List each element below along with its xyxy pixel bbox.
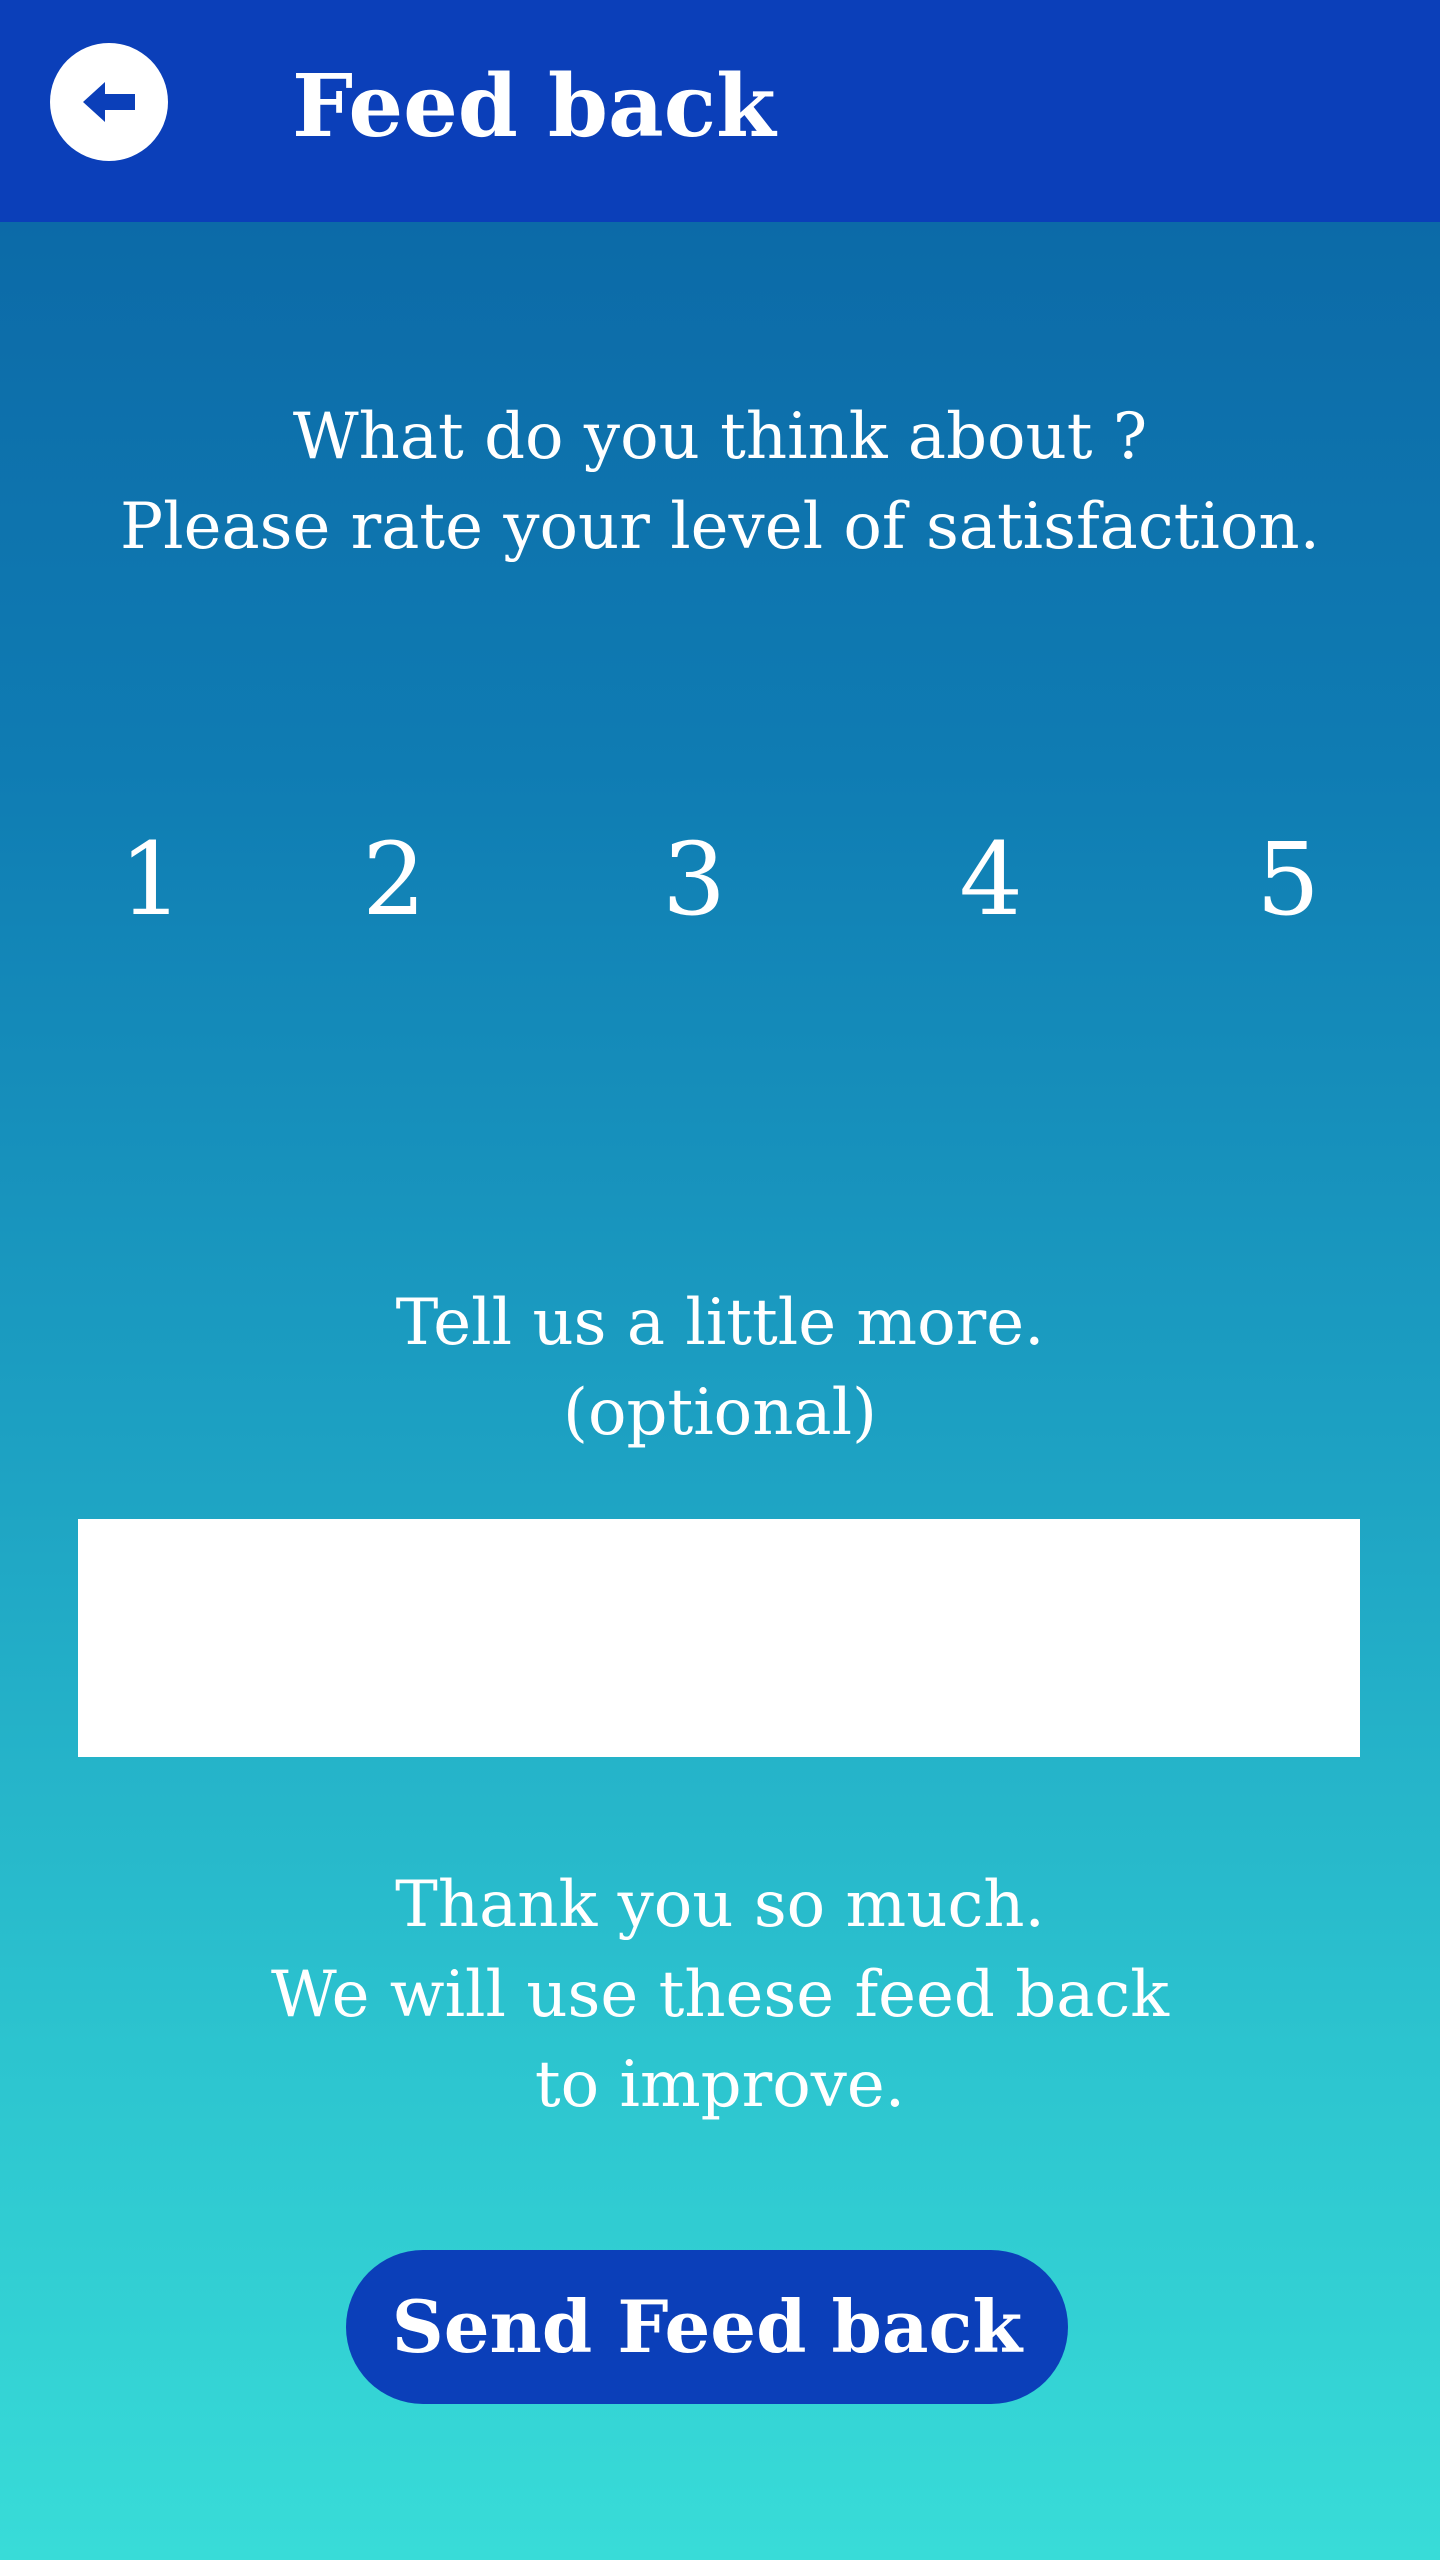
comment-prompt: Tell us a little more. (optional) [0,1278,1440,1458]
rating-option-1[interactable]: 1 [91,820,211,940]
rating-prompt-line-1: What do you think about ? [292,400,1148,474]
arrow-left-icon [83,82,135,122]
rating-option-5[interactable]: 5 [1228,820,1348,940]
page-title: Feed back [292,56,776,157]
comment-prompt-line-2: (optional) [563,1376,877,1450]
rating-option-2[interactable]: 2 [334,820,454,940]
feedback-text-field[interactable] [78,1519,1360,1757]
back-button[interactable] [50,43,168,161]
rating-prompt-line-2: Please rate your level of satisfaction. [120,490,1320,564]
thank-you-line-2: We will use these feed back [271,1958,1169,2032]
app-header: Feed back [0,0,1440,222]
thank-you-line-1: Thank you so much. [395,1868,1045,1942]
send-feedback-button[interactable]: Send Feed back [346,2250,1068,2404]
rating-prompt: What do you think about ? Please rate yo… [0,392,1440,572]
rating-option-4[interactable]: 4 [931,820,1051,940]
comment-prompt-line-1: Tell us a little more. [395,1286,1045,1360]
thank-you-line-3: to improve. [534,2048,906,2122]
thank-you-message: Thank you so much. We will use these fee… [0,1860,1440,2130]
rating-option-3[interactable]: 3 [634,820,754,940]
satisfaction-rating: 1 2 3 4 5 [0,820,1440,940]
